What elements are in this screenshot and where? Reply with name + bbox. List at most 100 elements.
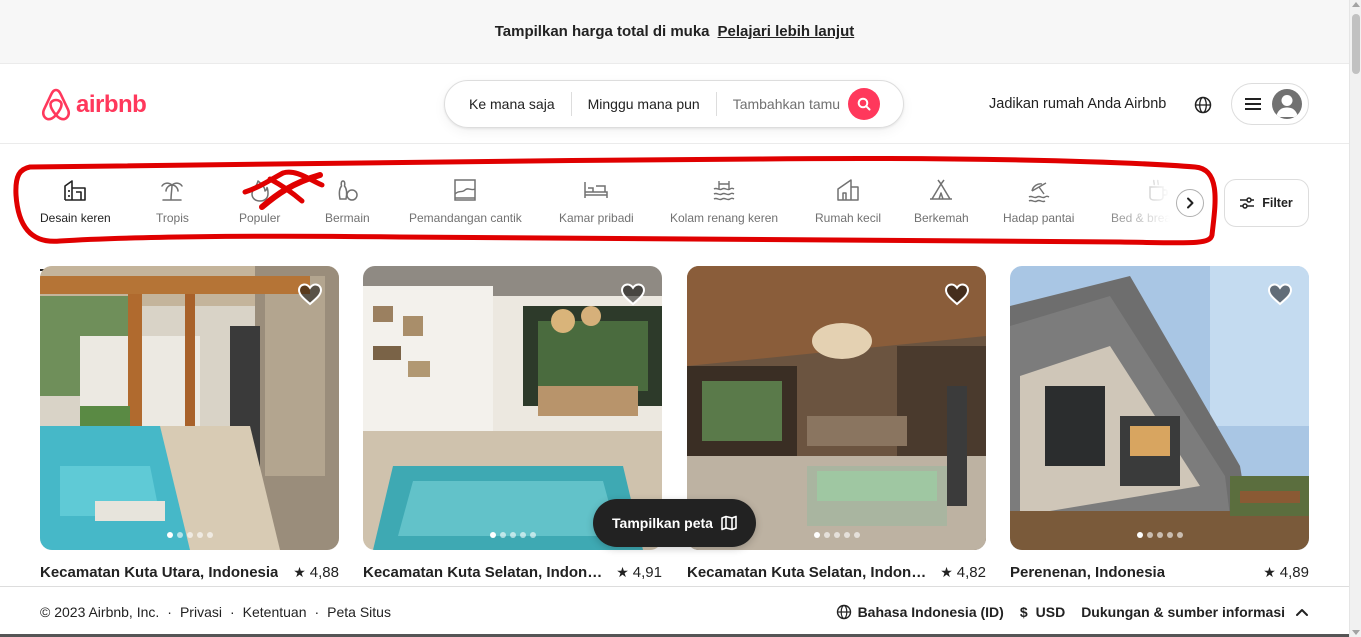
listing-card[interactable]: Perenenan, Indonesia ★ 4,89 xyxy=(1010,266,1309,581)
category-bermain[interactable]: Bermain xyxy=(325,177,370,225)
footer-link-peta-situs[interactable]: Peta Situs xyxy=(327,604,391,620)
banner-message: Tampilkan harga total di muka xyxy=(494,23,710,40)
show-map-label: Tampilkan peta xyxy=(612,515,713,531)
star-icon: ★ xyxy=(1263,564,1276,580)
category-kamar-pribadi[interactable]: Kamar pribadi xyxy=(559,177,634,225)
filter-label: Filter xyxy=(1262,196,1293,210)
listing-location: Perenenan, Indonesia xyxy=(1010,564,1166,581)
star-icon: ★ xyxy=(616,564,629,580)
wishlist-heart-icon[interactable] xyxy=(944,282,970,306)
footer-separator: · xyxy=(167,604,172,620)
banner-learn-more-link[interactable]: Pelajari lebih lanjut xyxy=(718,23,855,40)
language-label: Bahasa Indonesia (ID) xyxy=(857,604,1004,620)
category-populer[interactable]: Populer xyxy=(239,177,280,225)
listing-location: Kecamatan Kuta Utara, Indonesia xyxy=(40,564,279,581)
category-berkemah[interactable]: Berkemah xyxy=(914,177,969,225)
category-label: Desain keren xyxy=(40,211,111,225)
search-bar[interactable]: Ke mana saja Minggu mana pun Tambahkan t… xyxy=(444,80,904,128)
top-banner: Tampilkan harga total di muka Pelajari l… xyxy=(0,0,1349,64)
become-host-link[interactable]: Jadikan rumah Anda Airbnb xyxy=(989,96,1166,112)
chevron-up-icon xyxy=(1296,609,1308,616)
language-selector[interactable]: Bahasa Indonesia (ID) xyxy=(836,604,1004,620)
category-label: Pemandangan cantik xyxy=(409,211,522,225)
footer-link-privasi[interactable]: Privasi xyxy=(180,604,222,620)
airbnb-belo-icon xyxy=(41,88,71,121)
listing-card[interactable]: Kecamatan Kuta Utara, Indonesia ★ 4,88 xyxy=(40,266,339,581)
category-label: Berkemah xyxy=(914,211,969,225)
scrollbar-thumb[interactable] xyxy=(1352,14,1360,74)
star-icon: ★ xyxy=(940,564,953,580)
filter-button[interactable]: Filter xyxy=(1224,179,1309,227)
beach-icon xyxy=(1028,182,1050,203)
photo-carousel-dots xyxy=(1010,532,1309,538)
listing-rating: ★ 4,91 xyxy=(616,564,662,581)
category-hadap-pantai[interactable]: Hadap pantai xyxy=(1003,177,1074,225)
currency-symbol: $ xyxy=(1019,604,1028,620)
category-label: Tropis xyxy=(156,211,189,225)
copyright-text: © 2023 Airbnb, Inc. xyxy=(40,604,160,620)
listing-location: Kecamatan Kuta Selatan, Indonesia xyxy=(363,564,608,581)
category-desain-keren[interactable]: Desain keren xyxy=(40,177,111,271)
rating-value: 4,88 xyxy=(309,564,339,581)
wishlist-heart-icon[interactable] xyxy=(620,282,646,306)
category-label: Kamar pribadi xyxy=(559,211,634,225)
globe-icon[interactable] xyxy=(1192,94,1214,116)
site-header: airbnb Ke mana saja Minggu mana pun Tamb… xyxy=(0,64,1349,144)
footer-separator: · xyxy=(229,604,235,620)
listing-rating: ★ 4,82 xyxy=(940,564,986,581)
rating-value: 4,89 xyxy=(1279,564,1309,581)
site-footer: © 2023 Airbnb, Inc. · Privasi · Ketentua… xyxy=(0,586,1349,637)
user-silhouette-icon xyxy=(1276,95,1298,117)
category-kolam-renang-keren[interactable]: Kolam renang keren xyxy=(670,177,778,225)
hamburger-menu-icon xyxy=(1245,98,1261,110)
user-menu-button[interactable] xyxy=(1231,83,1309,125)
category-next-button[interactable] xyxy=(1176,189,1204,217)
chevron-right-icon xyxy=(1187,197,1194,209)
category-label: Rumah kecil xyxy=(815,211,882,225)
listing-rating: ★ 4,88 xyxy=(293,564,339,581)
search-icon xyxy=(857,97,871,111)
bed-icon xyxy=(584,182,609,198)
small-house-icon xyxy=(837,179,859,201)
palm-tree-icon xyxy=(161,182,184,201)
listing-photo[interactable] xyxy=(1010,266,1309,550)
page-scrollbar[interactable] xyxy=(1349,0,1361,637)
rating-value: 4,91 xyxy=(632,564,662,581)
show-map-button[interactable]: Tampilkan peta xyxy=(593,499,756,547)
category-label: Bermain xyxy=(325,211,370,225)
support-resources-button[interactable]: Dukungan & sumber informasi xyxy=(1081,604,1309,620)
search-when-button[interactable]: Minggu mana pun xyxy=(572,92,716,116)
airbnb-logo[interactable]: airbnb xyxy=(40,88,147,122)
listing-location: Kecamatan Kuta Selatan, Indonesia xyxy=(687,564,932,581)
scroll-down-icon[interactable] xyxy=(1352,630,1360,635)
wishlist-heart-icon[interactable] xyxy=(1267,282,1293,306)
listing-rating: ★ 4,89 xyxy=(1263,564,1309,581)
category-tropis[interactable]: Tropis xyxy=(156,177,189,225)
category-rumah-kecil[interactable]: Rumah kecil xyxy=(815,177,881,225)
listing-photo[interactable] xyxy=(40,266,339,550)
category-label: Populer xyxy=(239,211,281,225)
a-frame-house-photo xyxy=(1010,266,1309,550)
flame-icon xyxy=(250,180,269,202)
scroll-up-icon[interactable] xyxy=(1352,2,1360,7)
photo-carousel-dots xyxy=(40,532,339,538)
search-guests-button[interactable]: Tambahkan tamu xyxy=(717,92,846,116)
category-label: Hadap pantai xyxy=(1003,211,1075,225)
star-icon: ★ xyxy=(293,564,306,580)
tent-icon xyxy=(930,179,953,200)
logo-wordmark: airbnb xyxy=(76,91,147,118)
currency-label: USD xyxy=(1035,604,1066,620)
framed-landscape-icon xyxy=(454,179,477,201)
currency-selector[interactable]: $ USD xyxy=(1020,604,1065,620)
pool-icon xyxy=(713,181,735,201)
category-pemandangan-cantik[interactable]: Pemandangan cantik xyxy=(409,177,522,225)
support-label: Dukungan & sumber informasi xyxy=(1081,604,1285,620)
category-label: Kolam renang keren xyxy=(670,211,779,225)
globe-icon xyxy=(836,604,851,620)
sliders-icon xyxy=(1240,197,1255,209)
category-bar: Desain keren Tropis Populer Bermain Pema… xyxy=(0,145,1349,271)
wishlist-heart-icon[interactable] xyxy=(297,282,323,306)
search-where-button[interactable]: Ke mana saja xyxy=(445,92,571,116)
footer-link-ketentuan[interactable]: Ketentuan xyxy=(243,604,307,620)
search-submit-button[interactable] xyxy=(848,88,881,120)
